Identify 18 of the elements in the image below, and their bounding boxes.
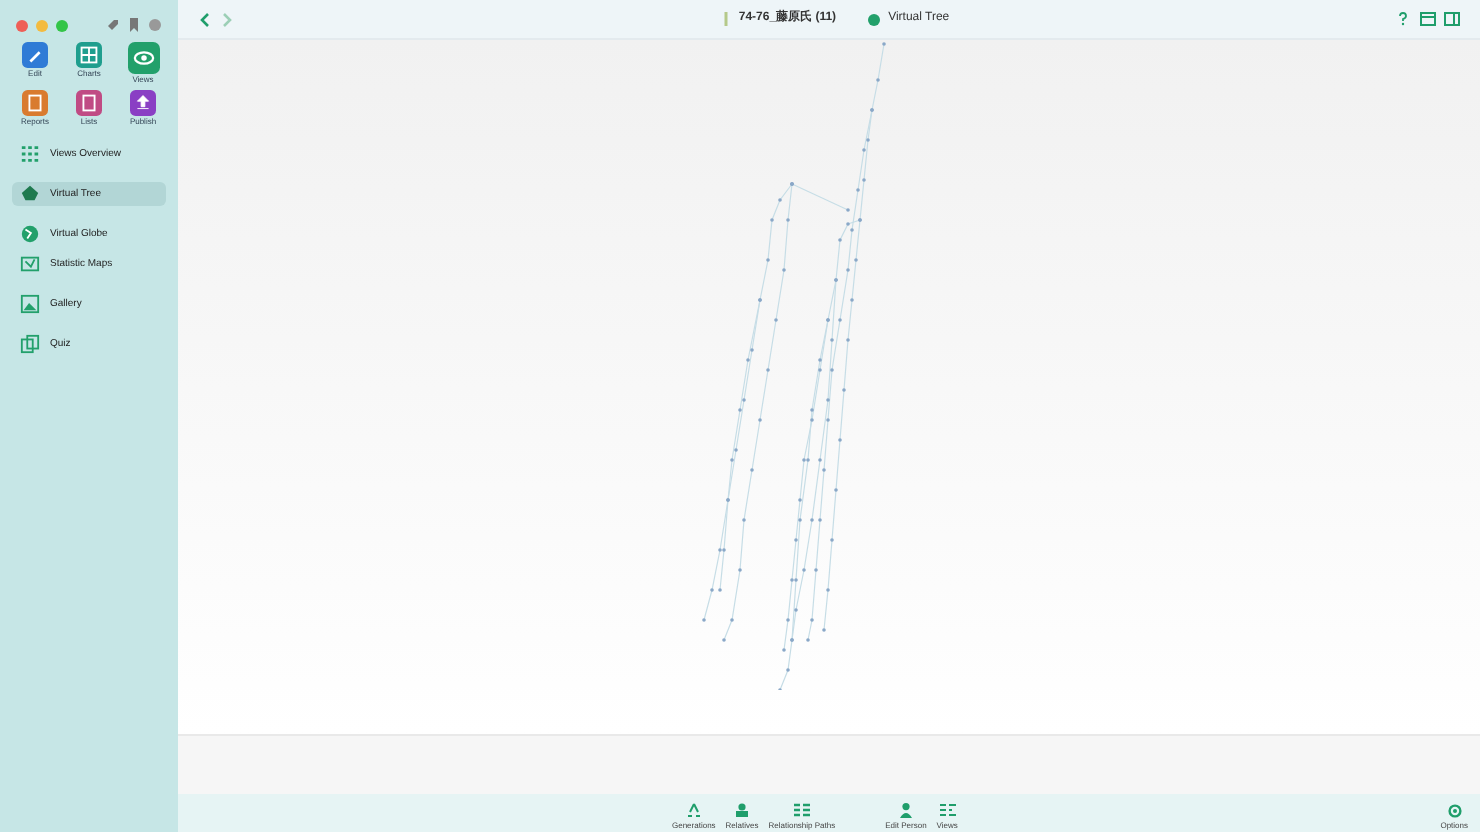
sidebar-toggle-icon[interactable] — [1444, 12, 1460, 26]
bookmark-icon[interactable] — [128, 18, 140, 32]
generations-icon — [685, 802, 702, 818]
back-icon[interactable] — [198, 11, 210, 27]
gallery-icon — [20, 294, 40, 314]
tag-icon[interactable] — [106, 18, 120, 32]
close-button[interactable] — [16, 19, 28, 31]
relatives-icon — [734, 802, 751, 818]
person-icon — [897, 802, 914, 818]
help-icon[interactable] — [1398, 12, 1408, 26]
zoom-button[interactable] — [56, 19, 68, 31]
window-icon[interactable] — [1420, 12, 1436, 26]
options-icon — [1447, 804, 1462, 818]
forward-icon[interactable] — [222, 11, 234, 27]
views-icon — [939, 802, 956, 818]
paths-icon — [793, 802, 810, 818]
grid-icon — [20, 144, 40, 164]
quiz-icon — [20, 334, 40, 354]
